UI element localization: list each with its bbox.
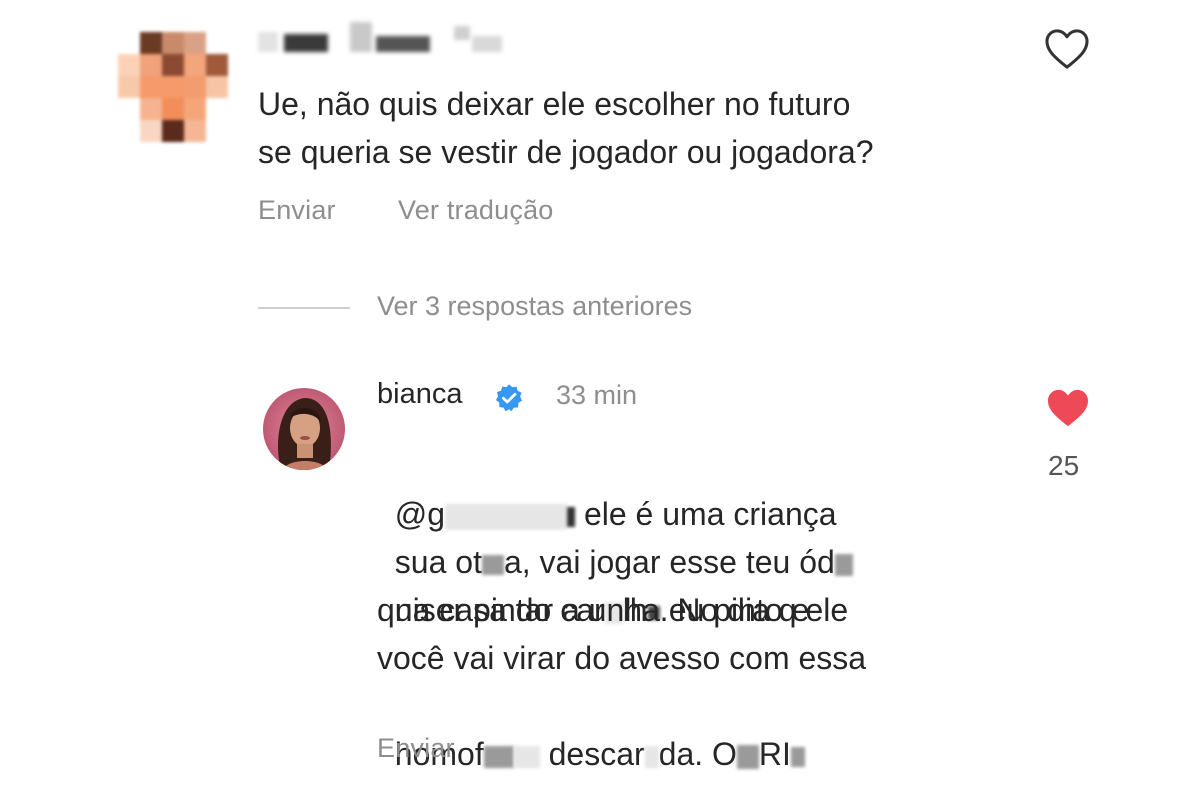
- view-previous-replies-button[interactable]: Ver 3 respostas anteriores: [377, 291, 692, 322]
- replies-divider: [258, 307, 350, 309]
- heart-filled-icon[interactable]: [1046, 388, 1090, 428]
- reply-like-count: 25: [1048, 450, 1080, 481]
- reply-avatar[interactable]: [263, 388, 345, 470]
- comment-text-line-2: se queria se vestir de jogador ou jogado…: [258, 134, 874, 170]
- reply-username[interactable]: bianca: [377, 378, 462, 411]
- heart-outline-icon[interactable]: [1044, 28, 1090, 70]
- verified-badge-icon: [496, 384, 522, 412]
- commenter-username-redacted[interactable]: [258, 22, 508, 62]
- commenter-avatar-pixelated[interactable]: [118, 32, 228, 142]
- comment-send-button[interactable]: Enviar: [258, 195, 336, 226]
- comment-translate-link[interactable]: Ver tradução: [398, 195, 554, 226]
- reply-timestamp: 33 min: [556, 380, 638, 410]
- reply-send-button[interactable]: Enviar: [377, 733, 455, 764]
- reply-text-line-4: quiser pintar a unha eu pinto e: [377, 592, 810, 628]
- reply-text-line-5: você vai virar do avesso com essa: [377, 640, 867, 676]
- comment-text-line-1: Ue, não quis deixar ele escolher no futu…: [258, 86, 851, 122]
